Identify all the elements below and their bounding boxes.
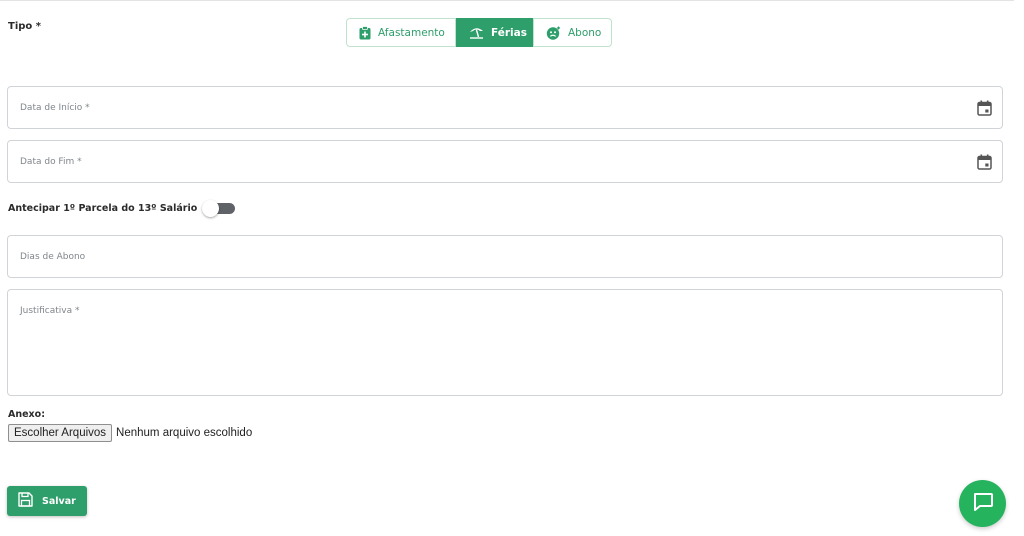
tipo-option-abono[interactable]: Abono bbox=[533, 18, 612, 47]
tipo-label: Tipo * bbox=[8, 21, 41, 32]
tipo-option-label: Afastamento bbox=[378, 26, 445, 39]
tipo-option-afastamento[interactable]: Afastamento bbox=[346, 18, 456, 47]
tipo-segmented-control: Afastamento Férias Abono bbox=[346, 18, 612, 47]
save-button-label: Salvar bbox=[42, 495, 76, 507]
dias-abono-placeholder: Dias de Abono bbox=[20, 252, 86, 262]
calendar-icon[interactable] bbox=[977, 154, 992, 174]
tipo-option-ferias[interactable]: Férias bbox=[456, 18, 533, 47]
chat-button[interactable] bbox=[959, 480, 1006, 527]
toggle-knob bbox=[202, 200, 220, 217]
justificativa-placeholder: Justificativa * bbox=[20, 306, 80, 316]
antecipar-13-toggle[interactable] bbox=[202, 200, 236, 217]
mood-icon bbox=[546, 26, 561, 40]
data-fim-field[interactable]: Data do Fim * bbox=[7, 140, 1003, 183]
antecipar-13-label: Antecipar 1º Parcela do 13º Salário bbox=[8, 203, 198, 214]
save-button[interactable]: Salvar bbox=[7, 486, 87, 516]
tipo-option-label: Férias bbox=[491, 26, 527, 39]
file-input: Escolher Arquivos Nenhum arquivo escolhi… bbox=[8, 424, 252, 442]
data-inicio-field[interactable]: Data de Início * bbox=[7, 86, 1003, 129]
floppy-disk-icon bbox=[18, 492, 33, 510]
data-fim-placeholder: Data do Fim * bbox=[20, 157, 82, 167]
choose-files-button[interactable]: Escolher Arquivos bbox=[8, 424, 113, 442]
calendar-icon[interactable] bbox=[977, 100, 992, 120]
antecipar-13-row: Antecipar 1º Parcela do 13º Salário bbox=[8, 200, 236, 217]
justificativa-textarea[interactable]: Justificativa * bbox=[7, 289, 1003, 396]
medical-clipboard-icon bbox=[359, 25, 371, 40]
tipo-option-label: Abono bbox=[568, 26, 602, 39]
data-inicio-placeholder: Data de Início * bbox=[20, 103, 90, 113]
anexo-label: Anexo: bbox=[8, 409, 46, 420]
dias-abono-field[interactable]: Dias de Abono bbox=[7, 235, 1003, 278]
file-status-text: Nenhum arquivo escolhido bbox=[116, 427, 253, 439]
top-divider bbox=[0, 0, 1014, 1]
beach-umbrella-icon bbox=[469, 26, 484, 39]
chat-bubble-icon bbox=[971, 490, 995, 518]
